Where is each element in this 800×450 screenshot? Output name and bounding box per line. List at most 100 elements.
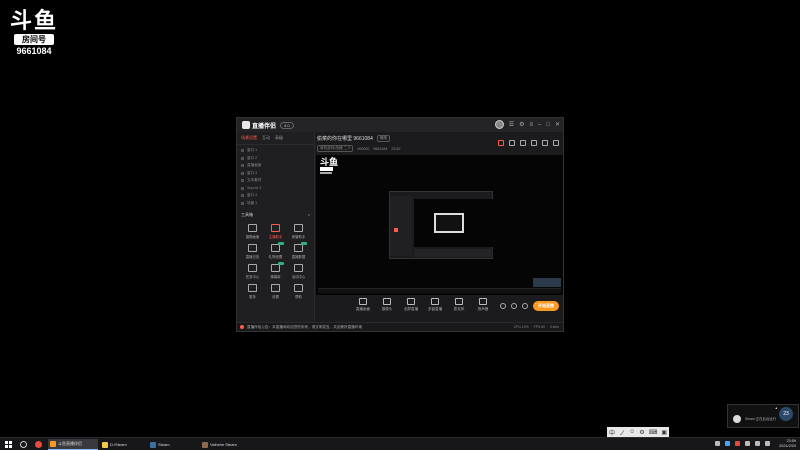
- scene-item[interactable]: 文本素材: [241, 177, 310, 185]
- toolbox-item[interactable]: 更多: [241, 284, 264, 299]
- header-icons: [498, 140, 559, 146]
- notification-text: Steam 正在后台运行: [745, 417, 777, 421]
- toolbox-item[interactable]: 设置: [264, 284, 287, 299]
- tray-volume-icon[interactable]: [755, 441, 760, 446]
- taskbar-item-valheim[interactable]: Valheim Steam: [200, 439, 250, 450]
- start-stream-button[interactable]: 开始直播: [533, 301, 559, 311]
- toolbox-grid: 摄像画面 主播助手 房管助手直播日历 礼物设置 直播数据任务中心 弹幕姬 活动中心更多 设置 帮…: [237, 218, 314, 299]
- chart-icon[interactable]: [531, 140, 537, 146]
- visibility-icon[interactable]: [241, 171, 244, 175]
- user-avatar[interactable]: [494, 120, 504, 129]
- toolbox-item[interactable]: 直播数据: [287, 242, 310, 259]
- scene-item[interactable]: Source 2: [241, 185, 310, 193]
- ime-toolbar: 中 ノ ☺ ⚙ ⌨ ▣: [607, 427, 669, 437]
- minimize-icon[interactable]: –: [538, 122, 541, 128]
- screen-capture-button[interactable]: 直播画面: [354, 298, 372, 312]
- tray-ime-icon[interactable]: [765, 441, 770, 446]
- streaming-app-window: 直播伴侣 4.0 ☰ ⚙ ≡ – □ ✕ 场景设置 互动 高级 窗口 1 窗口 …: [236, 117, 564, 332]
- speaker-button[interactable]: 扬声器: [474, 298, 492, 312]
- toolbox-item[interactable]: 任务中心: [241, 264, 264, 279]
- tray-app-icon[interactable]: [735, 441, 740, 446]
- ime-skin[interactable]: ▣: [661, 429, 667, 436]
- visibility-icon[interactable]: [241, 156, 244, 160]
- chat-icon[interactable]: [542, 140, 548, 146]
- scene-item[interactable]: 窗口 4: [241, 192, 310, 200]
- ime-punct[interactable]: ノ: [619, 428, 625, 437]
- stream-preview[interactable]: 斗鱼: [316, 155, 563, 295]
- windows-start-icon[interactable]: [5, 441, 12, 448]
- category-selector[interactable]: 单机游戏/战锤 二 Z: [317, 145, 354, 152]
- tray-steam-icon[interactable]: [745, 441, 750, 446]
- toolbox-item[interactable]: 礼物设置: [264, 242, 287, 259]
- new-badge: [301, 242, 307, 245]
- link-icon[interactable]: [553, 140, 559, 146]
- pause-icon[interactable]: [511, 303, 517, 309]
- ime-mode[interactable]: 中: [609, 428, 615, 437]
- tool-icon: [271, 242, 284, 252]
- visibility-icon[interactable]: [241, 201, 244, 205]
- gift-icon[interactable]: [498, 140, 504, 146]
- taskbar-item-steam[interactable]: Steam: [148, 439, 196, 450]
- close-icon[interactable]: ✕: [555, 121, 560, 128]
- multi-window-button[interactable]: 多窗直播: [426, 298, 444, 312]
- steam-notification[interactable]: ▲ 23 Steam 正在后台运行: [727, 404, 799, 428]
- steam-app-icon: [150, 441, 156, 448]
- toolbox-item[interactable]: 活动中心: [287, 264, 310, 279]
- visibility-icon[interactable]: [241, 164, 244, 168]
- toolbox-item[interactable]: 主播助手: [264, 224, 287, 239]
- visibility-icon[interactable]: [241, 194, 244, 198]
- scene-item[interactable]: 窗口 2: [241, 155, 310, 163]
- camera-button[interactable]: 摄像头: [378, 298, 396, 312]
- skin-icon[interactable]: ☰: [509, 121, 514, 128]
- preview-watermark-number: [320, 172, 332, 174]
- settings-icon[interactable]: ⚙: [519, 121, 524, 128]
- nested-preview: [414, 199, 493, 247]
- tool-icon: [248, 284, 257, 292]
- refresh-icon[interactable]: ○: [308, 212, 310, 218]
- new-badge: [278, 262, 284, 265]
- scene-item[interactable]: 直播画面: [241, 162, 310, 170]
- tool-icon: [271, 284, 280, 292]
- scene-item[interactable]: 窗口 1: [241, 147, 310, 155]
- edit-title-button[interactable]: 修改: [376, 135, 391, 142]
- toolbox-item[interactable]: 帮助: [287, 284, 310, 299]
- tool-label: 直播数据: [291, 255, 306, 259]
- room-header: 偷菜的你在哪里 9661084 修改 单机游戏/战锤 二 Z 000000 96…: [317, 135, 563, 155]
- version-badge[interactable]: 4.0: [280, 121, 294, 129]
- notice-text[interactable]: 直播伴侣公告：本直播间欢迎您的到来，请文明发言，共创美好直播环境: [247, 325, 362, 330]
- settings-gear-icon[interactable]: [522, 303, 528, 309]
- visibility-icon[interactable]: [241, 179, 244, 183]
- preview-watermark-tag: [320, 167, 333, 171]
- search-icon[interactable]: [20, 441, 27, 448]
- toolbox-item[interactable]: 摄像画面: [241, 224, 264, 239]
- browser-icon[interactable]: [35, 441, 42, 448]
- menu-icon[interactable]: ≡: [529, 122, 533, 128]
- tray-chevron-icon[interactable]: [715, 441, 720, 446]
- record-icon[interactable]: [500, 303, 506, 309]
- taskbar-item-folder[interactable]: D:\Steam: [100, 439, 145, 450]
- share-icon[interactable]: [509, 140, 515, 146]
- scene-item[interactable]: 场景 1: [241, 200, 310, 208]
- tab-scene[interactable]: 场景设置: [241, 135, 257, 141]
- toolbox-item[interactable]: 弹幕姬: [264, 262, 287, 279]
- maximize-icon[interactable]: □: [546, 122, 550, 128]
- microphone-button[interactable]: 麦克风: [450, 298, 468, 312]
- system-clock[interactable]: 23:59 2021/2/20: [779, 439, 796, 449]
- fullscreen-stream-button[interactable]: 全屏直播: [402, 298, 420, 312]
- scene-item[interactable]: 窗口 3: [241, 170, 310, 178]
- tab-interact[interactable]: 互动: [262, 135, 270, 141]
- window-controls: ☰ ⚙ ≡ – □ ✕: [494, 120, 560, 129]
- toolbox-item[interactable]: 房管助手: [287, 224, 310, 239]
- ime-emoji[interactable]: ☺: [629, 429, 635, 435]
- ime-keyboard[interactable]: ⌨: [649, 429, 658, 436]
- ime-settings[interactable]: ⚙: [639, 429, 644, 436]
- tab-advanced[interactable]: 高级: [275, 135, 283, 141]
- visibility-icon[interactable]: [241, 186, 244, 190]
- taskbar-item-douyu[interactable]: 斗鱼直播伴侣: [48, 439, 98, 450]
- folder-icon: [102, 441, 108, 448]
- visibility-icon[interactable]: [241, 149, 244, 153]
- left-tabs: 场景设置 互动 高级: [237, 132, 314, 145]
- home-icon[interactable]: [520, 140, 526, 146]
- tray-network-icon[interactable]: [725, 441, 730, 446]
- toolbox-item[interactable]: 直播日历: [241, 244, 264, 259]
